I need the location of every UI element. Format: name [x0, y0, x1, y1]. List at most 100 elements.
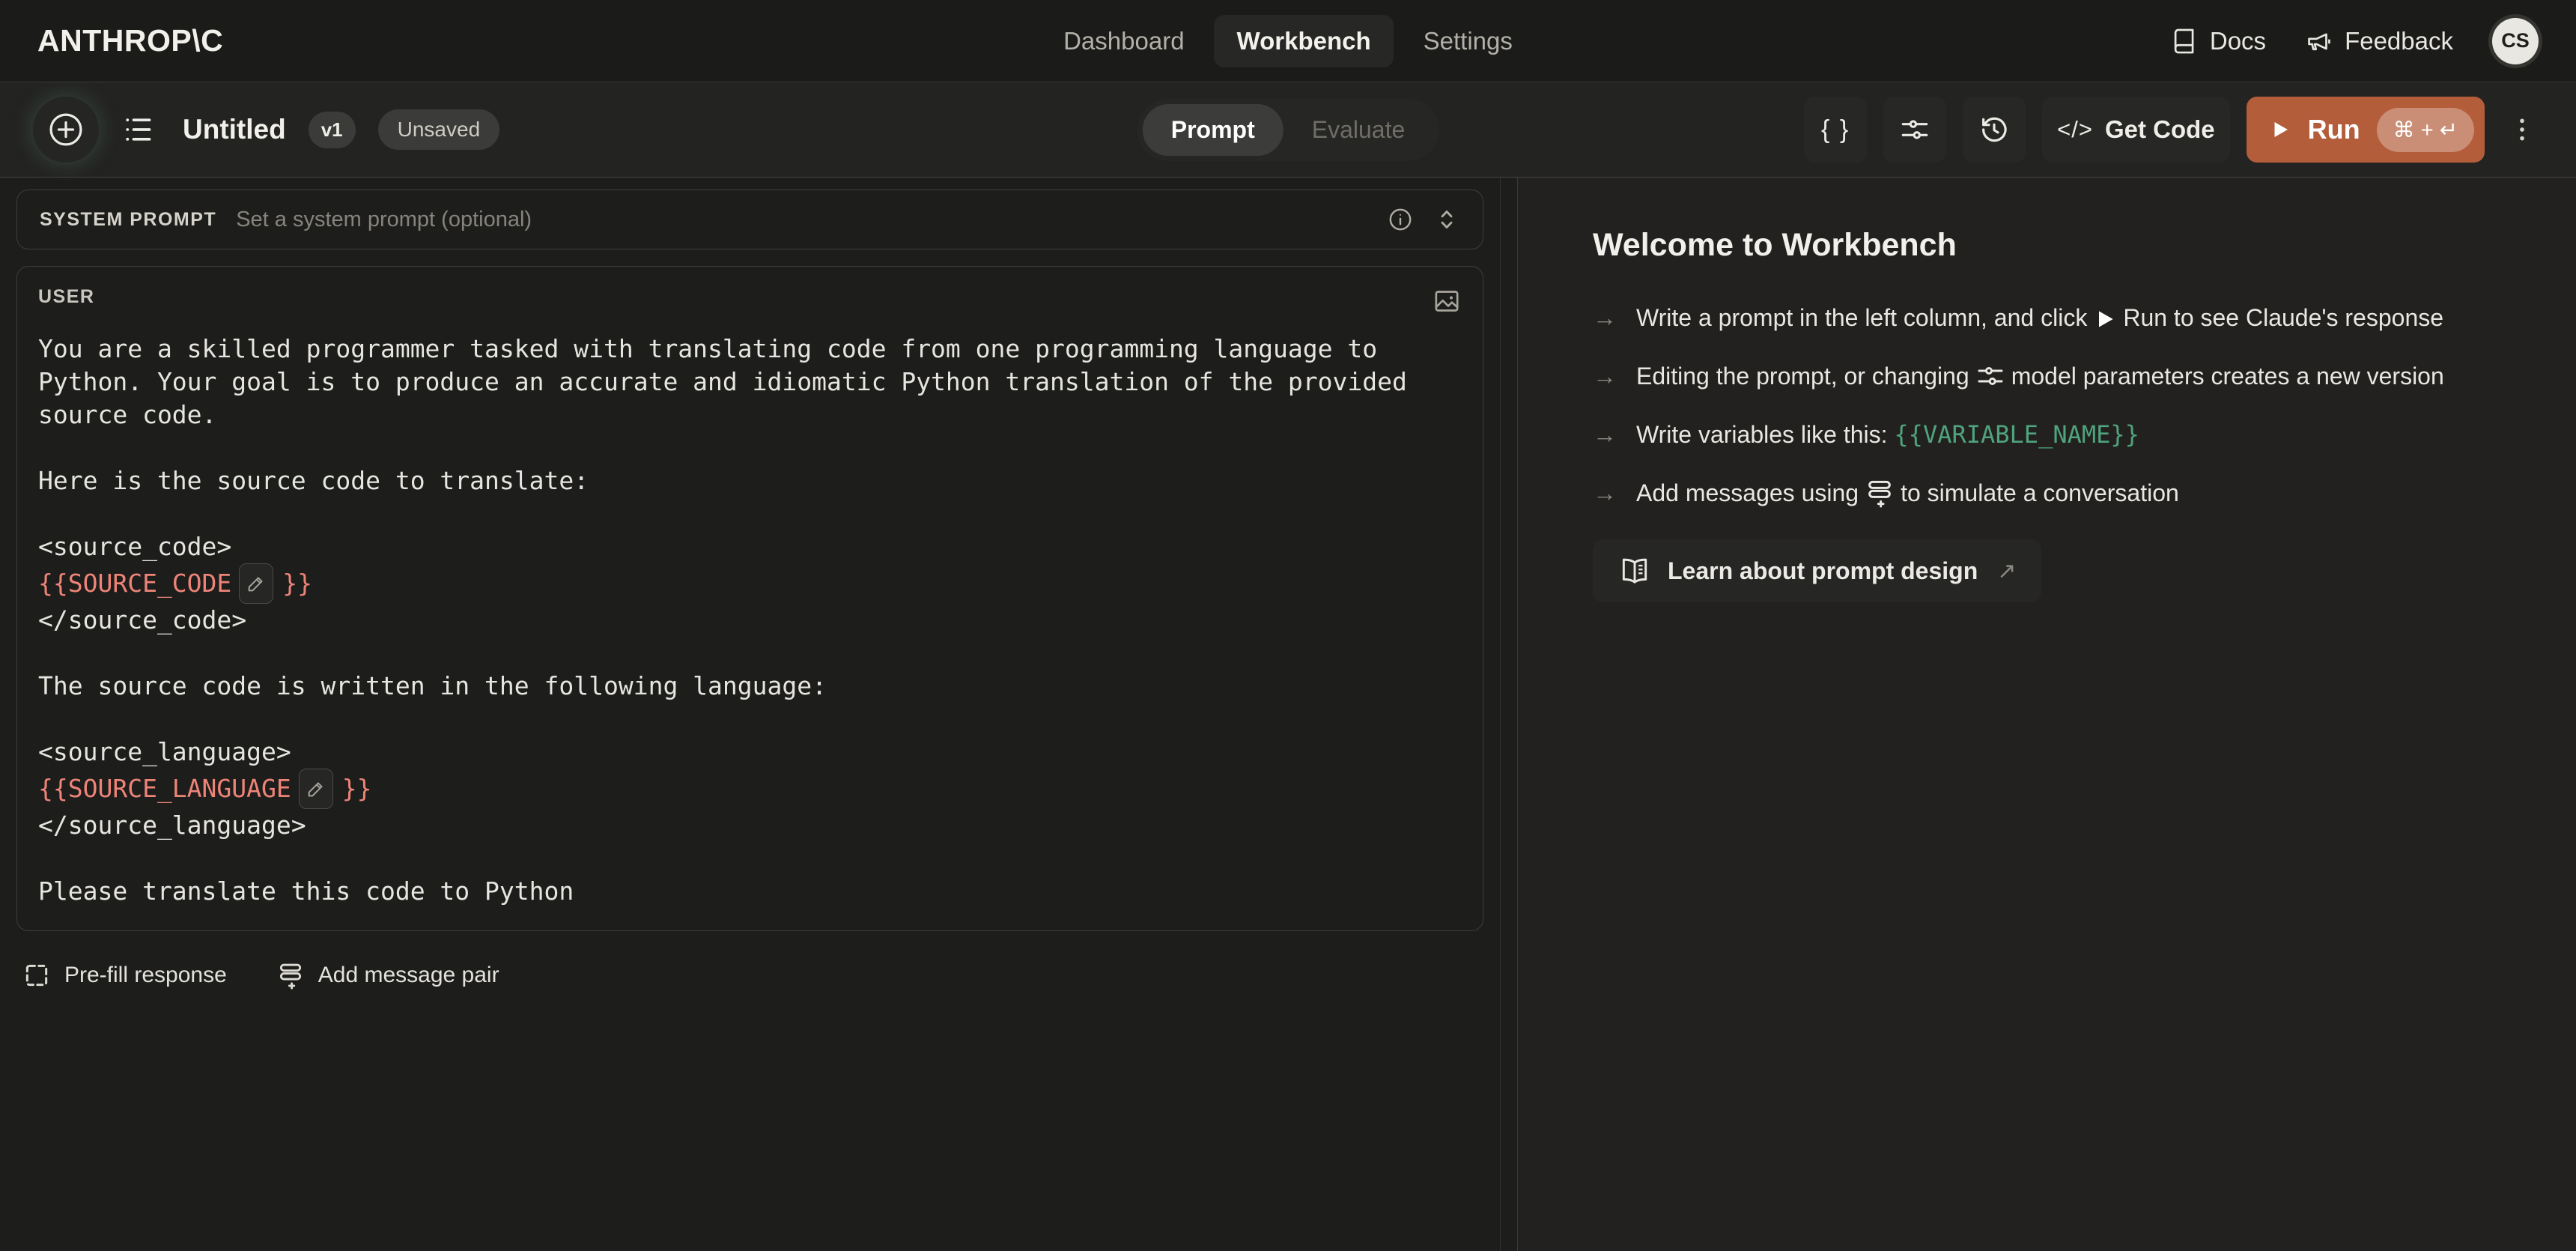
welcome-panel: Welcome to Workbench →Write a prompt in … — [1518, 178, 2576, 1251]
pencil-icon — [306, 778, 326, 799]
top-nav-right: Docs Feedback CS — [2170, 18, 2539, 64]
plus-circle-icon — [46, 110, 85, 149]
message-actions: Pre-fill response Add message pair — [16, 961, 1483, 990]
model-parameters-button[interactable] — [1883, 97, 1946, 163]
get-code-label: Get Code — [2105, 115, 2215, 144]
edit-variable-button[interactable] — [299, 769, 333, 809]
prompt-line — [38, 842, 1462, 875]
sliders-icon — [1975, 361, 2005, 391]
tab-evaluate[interactable]: Evaluate — [1284, 104, 1434, 156]
system-prompt-placeholder: Set a system prompt (optional) — [236, 208, 1387, 232]
unsaved-badge: Unsaved — [378, 109, 500, 150]
prompt-title[interactable]: Untitled — [183, 114, 286, 145]
tab-prompt[interactable]: Prompt — [1143, 104, 1284, 156]
external-link-icon: ↗ — [1997, 558, 2016, 584]
prompt-line: The source code is written in the follow… — [38, 670, 1462, 703]
list-icon — [121, 112, 156, 147]
book-icon — [2170, 27, 2199, 55]
welcome-title: Welcome to Workbench — [1593, 227, 2531, 264]
panel-divider[interactable] — [1501, 178, 1518, 1251]
prompt-line: Please translate this code to Python — [38, 875, 1462, 908]
mode-tabs: Prompt Evaluate — [1137, 99, 1439, 161]
get-code-button[interactable]: </> Get Code — [2042, 97, 2230, 163]
prompt-line: Here is the source code to translate: — [38, 464, 1462, 497]
chevron-up-down-icon — [1433, 206, 1460, 233]
add-message-pair-button[interactable]: Add message pair — [276, 961, 499, 990]
image-icon — [1432, 286, 1462, 316]
feedback-link[interactable]: Feedback — [2305, 27, 2453, 55]
prompt-line: </source_code> — [38, 604, 1462, 637]
info-icon — [1387, 206, 1414, 233]
marquee-icon — [22, 961, 51, 990]
toolbar-left: Untitled v1 Unsaved — [33, 97, 499, 163]
content: SYSTEM PROMPT Set a system prompt (optio… — [0, 178, 2576, 1251]
prefill-response-button[interactable]: Pre-fill response — [22, 961, 227, 990]
prompt-line: source code. — [38, 399, 1462, 431]
docs-label: Docs — [2210, 27, 2266, 55]
prompt-line: You are a skilled programmer tasked with… — [38, 333, 1462, 366]
arrow-right-icon: → — [1593, 415, 1617, 454]
user-role-label: USER — [38, 286, 94, 308]
learn-prompt-design-label: Learn about prompt design — [1668, 557, 1978, 585]
system-prompt-label: SYSTEM PROMPT — [40, 209, 216, 231]
run-button[interactable]: Run ⌘ + ↵ — [2247, 97, 2485, 163]
sliders-icon — [1899, 114, 1931, 145]
prompt-list-button[interactable] — [121, 112, 156, 147]
tip-item: →Write a prompt in the left column, and … — [1593, 298, 2454, 337]
prompt-line: {{SOURCE_CODE}} — [38, 563, 1462, 604]
nav-item-dashboard[interactable]: Dashboard — [1041, 15, 1206, 67]
variable-example: {{VARIABLE_NAME}} — [1894, 420, 2139, 449]
learn-prompt-design-button[interactable]: Learn about prompt design ↗ — [1593, 539, 2041, 602]
add-message-pair-label: Add message pair — [318, 963, 499, 988]
user-prompt-text[interactable]: You are a skilled programmer tasked with… — [38, 333, 1462, 908]
version-badge[interactable]: v1 — [309, 112, 356, 148]
edit-variable-button[interactable] — [239, 563, 273, 604]
message-pair-icon — [1865, 478, 1895, 508]
account-avatar[interactable]: CS — [2492, 18, 2539, 64]
system-prompt-info-button[interactable] — [1387, 206, 1414, 233]
prompt-line — [38, 431, 1462, 464]
variables-button[interactable]: { } — [1804, 97, 1867, 163]
prompt-line: <source_language> — [38, 736, 1462, 769]
prompt-line: Python. Your goal is to produce an accur… — [38, 366, 1462, 399]
arrow-right-icon: → — [1593, 357, 1617, 396]
nav-item-settings[interactable]: Settings — [1401, 15, 1535, 67]
tip-item: →Add messages usingto simulate a convers… — [1593, 473, 2454, 512]
docs-link[interactable]: Docs — [2170, 27, 2266, 55]
system-prompt-field[interactable]: SYSTEM PROMPT Set a system prompt (optio… — [16, 190, 1483, 249]
anthropic-logo[interactable]: ANTHROP\C — [37, 23, 223, 58]
user-message-block[interactable]: USER You are a skilled programmer tasked… — [16, 266, 1483, 931]
kebab-icon — [2507, 112, 2537, 148]
arrow-right-icon: → — [1593, 298, 1617, 337]
toolbar-right: { } </> Get Code — [1804, 97, 2543, 163]
braces-icon: { } — [1821, 115, 1850, 145]
prompt-line — [38, 637, 1462, 670]
welcome-tips: →Write a prompt in the left column, and … — [1593, 298, 2454, 512]
more-options-button[interactable] — [2501, 112, 2543, 148]
play-icon — [2093, 306, 2117, 333]
run-label: Run — [2308, 114, 2360, 145]
template-variable-close: }} — [342, 772, 372, 805]
prompt-line: <source_code> — [38, 530, 1462, 563]
new-prompt-button[interactable] — [33, 97, 99, 163]
top-nav: ANTHROP\C Dashboard Workbench Settings D… — [0, 0, 2576, 82]
megaphone-icon — [2305, 27, 2333, 55]
prompt-panel: SYSTEM PROMPT Set a system prompt (optio… — [0, 178, 1501, 1251]
template-variable: {{SOURCE_LANGUAGE — [38, 772, 291, 805]
system-prompt-expand-button[interactable] — [1433, 206, 1460, 233]
prefill-response-label: Pre-fill response — [64, 963, 227, 988]
add-image-button[interactable] — [1432, 286, 1462, 316]
prompt-line — [38, 703, 1462, 736]
tip-item: →Editing the prompt, or changingmodel pa… — [1593, 357, 2454, 396]
tip-item: →Write variables like this: {{VARIABLE_N… — [1593, 415, 2454, 454]
prompt-line: {{SOURCE_LANGUAGE}} — [38, 769, 1462, 809]
pencil-icon — [246, 573, 267, 594]
arrow-right-icon: → — [1593, 473, 1617, 512]
primary-nav: Dashboard Workbench Settings — [1041, 15, 1535, 67]
nav-item-workbench[interactable]: Workbench — [1215, 15, 1394, 67]
version-history-button[interactable] — [1963, 97, 2026, 163]
prompt-line: </source_language> — [38, 809, 1462, 842]
open-book-icon — [1618, 554, 1651, 587]
run-shortcut: ⌘ + ↵ — [2377, 108, 2474, 152]
feedback-label: Feedback — [2345, 27, 2453, 55]
